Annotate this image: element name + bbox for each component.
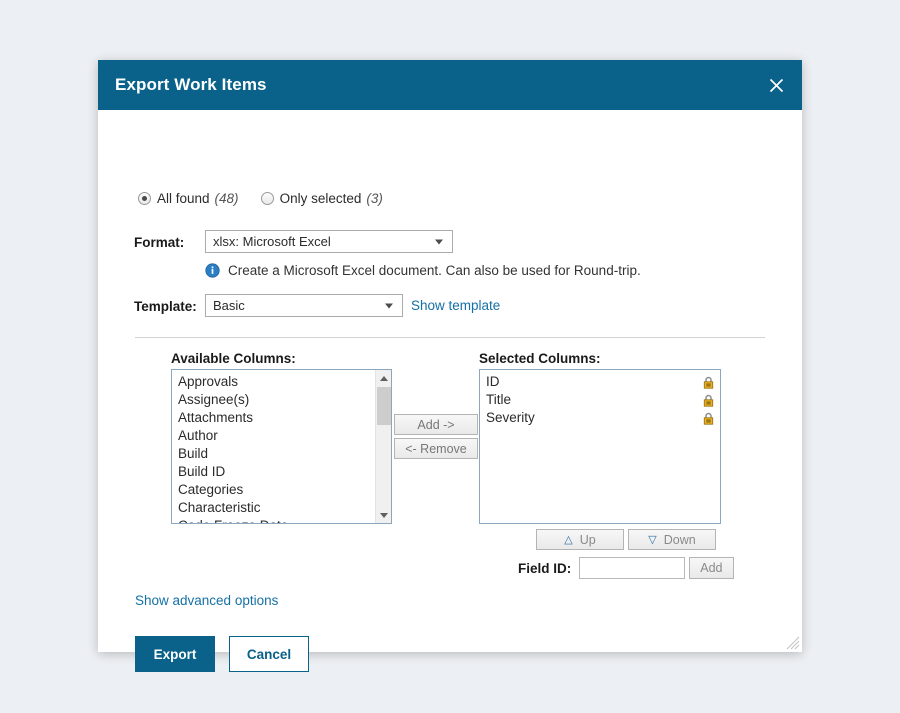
dialog-body: All found (48) Only selected (3) Format:…: [98, 110, 802, 672]
dialog-titlebar: Export Work Items: [98, 60, 802, 110]
section-divider: [135, 337, 765, 338]
selected-columns-label: Selected Columns:: [479, 351, 601, 366]
list-item[interactable]: Author: [172, 427, 375, 445]
lock-icon: [703, 394, 714, 407]
list-item[interactable]: Categories: [172, 481, 375, 499]
list-item[interactable]: Assignee(s): [172, 391, 375, 409]
chevron-up-icon: △: [564, 534, 573, 546]
export-button[interactable]: Export: [135, 636, 215, 672]
list-item[interactable]: Approvals: [172, 373, 375, 391]
lock-icon: [703, 412, 714, 425]
transfer-buttons: Add -> <- Remove: [394, 414, 478, 459]
dialog-title: Export Work Items: [115, 75, 267, 94]
radio-only-selected-mark: [260, 192, 274, 205]
selected-column-label: Severity: [486, 410, 535, 425]
scroll-up-icon[interactable]: [376, 370, 391, 386]
radio-all-found[interactable]: All found (48): [138, 191, 239, 206]
list-item[interactable]: Attachments: [172, 409, 375, 427]
cancel-button[interactable]: Cancel: [229, 636, 309, 672]
lock-icon: [703, 376, 714, 389]
move-down-label: Down: [663, 532, 696, 547]
chevron-down-icon: [385, 303, 393, 308]
radio-all-found-count: (48): [214, 191, 239, 206]
scroll-down-icon[interactable]: [376, 507, 391, 523]
template-label: Template:: [134, 299, 197, 314]
add-field-id-button[interactable]: Add: [689, 557, 734, 579]
move-up-button[interactable]: △ Up: [536, 529, 624, 550]
field-id-input[interactable]: [579, 557, 686, 579]
close-icon[interactable]: [762, 71, 790, 99]
available-columns-label: Available Columns:: [171, 351, 296, 366]
selected-columns-items: ID Title Severity: [480, 370, 720, 523]
list-item[interactable]: Severity: [480, 409, 720, 427]
resize-handle[interactable]: [786, 636, 800, 650]
export-dialog: Export Work Items All found (48) Only se…: [98, 60, 802, 672]
dialog-footer: Export Cancel: [135, 636, 309, 672]
format-select-value: xlsx: Microsoft Excel: [213, 234, 331, 249]
chevron-down-icon: [435, 239, 443, 244]
list-item[interactable]: Build ID: [172, 463, 375, 481]
field-id-label: Field ID:: [518, 560, 572, 576]
show-template-link[interactable]: Show template: [411, 298, 500, 313]
list-item[interactable]: ID: [480, 373, 720, 391]
list-item[interactable]: Build: [172, 445, 375, 463]
selected-columns-list[interactable]: ID Title Severity: [479, 369, 721, 524]
format-description: Create a Microsoft Excel document. Can a…: [228, 263, 641, 278]
template-select-value: Basic: [213, 298, 245, 313]
available-columns-scrollbar[interactable]: [375, 370, 391, 523]
scrollbar-thumb[interactable]: [377, 387, 391, 425]
reorder-buttons: △ Up ▽ Down: [536, 529, 716, 550]
radio-only-selected-label: Only selected: [279, 191, 362, 206]
format-description-row: Create a Microsoft Excel document. Can a…: [205, 263, 641, 278]
remove-column-button[interactable]: <- Remove: [394, 438, 478, 459]
move-down-button[interactable]: ▽ Down: [628, 529, 716, 550]
chevron-down-icon: ▽: [648, 534, 657, 546]
radio-all-found-label: All found: [157, 191, 210, 206]
export-scope-group: All found (48) Only selected (3): [138, 191, 383, 206]
list-item[interactable]: Title: [480, 391, 720, 409]
show-advanced-options-link[interactable]: Show advanced options: [135, 593, 278, 608]
radio-all-found-mark: [138, 192, 151, 205]
available-columns-items: Approvals Assignee(s) Attachments Author…: [172, 370, 375, 523]
template-select[interactable]: Basic: [205, 294, 403, 317]
format-select[interactable]: xlsx: Microsoft Excel: [205, 230, 453, 253]
add-column-button[interactable]: Add ->: [394, 414, 478, 435]
available-columns-list[interactable]: Approvals Assignee(s) Attachments Author…: [171, 369, 392, 524]
move-up-label: Up: [579, 532, 596, 547]
selected-column-label: Title: [486, 392, 512, 407]
list-item[interactable]: Code Freeze Date: [172, 517, 375, 523]
selected-column-label: ID: [486, 374, 500, 389]
radio-only-selected-count: (3): [366, 191, 383, 206]
list-item[interactable]: Characteristic: [172, 499, 375, 517]
field-id-row: Field ID: Add: [518, 557, 734, 579]
format-label: Format:: [134, 235, 185, 250]
info-icon: [205, 263, 220, 278]
radio-only-selected[interactable]: Only selected (3): [260, 191, 383, 206]
